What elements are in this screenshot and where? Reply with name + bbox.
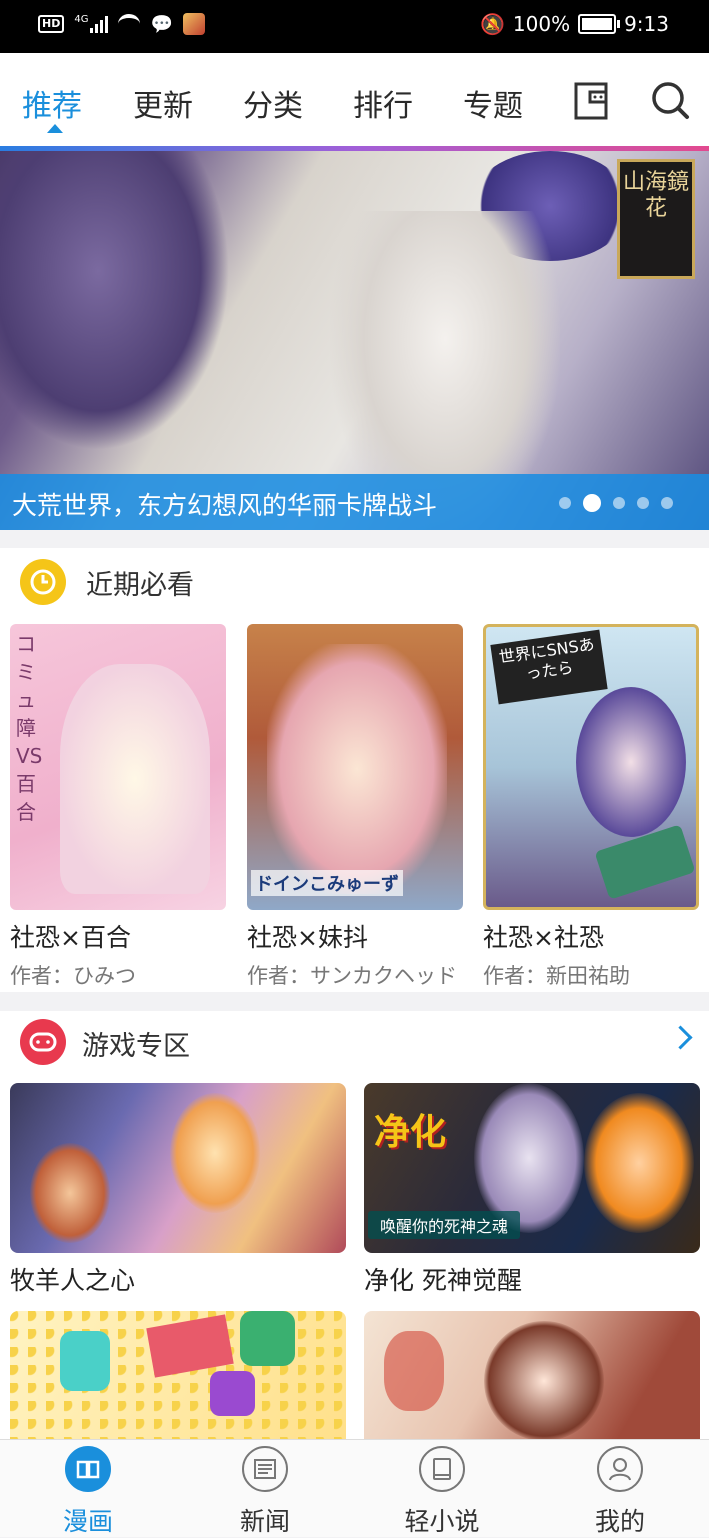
battery-percent: 100%: [512, 12, 571, 36]
carousel-dot[interactable]: [637, 497, 649, 509]
cover-text: コミュ障VS百合: [16, 632, 43, 824]
clock-icon: [20, 559, 66, 605]
cover-text: 世界にSNSあったら: [490, 629, 608, 705]
comic-card[interactable]: ドインこみゅーず 社恐×妹抖 作者：サンカクヘッド: [247, 624, 463, 990]
comic-card[interactable]: 世界にSNSあったら 社恐×社恐 作者：新田祐助: [483, 624, 699, 990]
cover-text: ドインこみゅーず: [251, 870, 403, 896]
tab-updates[interactable]: 更新: [133, 81, 193, 125]
banner-demon-art: [0, 151, 230, 451]
profile-icon: [597, 1446, 643, 1492]
comic-title[interactable]: 社恐×百合: [10, 918, 226, 954]
game-card[interactable]: 净化 唤醒你的死神之魂 净化 死神觉醒: [364, 1083, 700, 1297]
gamepad-icon: [20, 1019, 66, 1065]
novel-icon: [419, 1446, 465, 1492]
comic-author: 作者：サンカクヘッド: [247, 964, 457, 988]
game-overlay-subtitle: 唤醒你的死神之魂: [368, 1211, 521, 1239]
comic-author: 作者：ひみつ: [10, 964, 136, 988]
hd-badge: HD: [38, 15, 65, 33]
section-title: 游戏专区: [82, 1031, 190, 1062]
section-header[interactable]: 游戏专区: [0, 1011, 709, 1079]
nav-label: 漫画: [62, 1507, 113, 1536]
carousel-dot[interactable]: [559, 497, 571, 509]
comic-title[interactable]: 社恐×社恐: [483, 918, 699, 954]
nav-novels[interactable]: 轻小说: [382, 1446, 502, 1538]
nav-label: 我的: [594, 1507, 645, 1536]
wifi-icon: [118, 14, 141, 34]
game-card[interactable]: 牧羊人之心: [10, 1083, 346, 1297]
carousel-dot[interactable]: [613, 497, 625, 509]
battery-icon: [578, 14, 621, 34]
game-card[interactable]: [10, 1311, 346, 1439]
game-card[interactable]: [364, 1311, 700, 1439]
wechat-icon: 💬: [150, 13, 173, 35]
tab-categories[interactable]: 分类: [243, 81, 303, 125]
tab-recommend[interactable]: 推荐: [22, 81, 82, 125]
section-recommend: 近期必看 コミュ障VS百合 社恐×百合 作者：ひみつ ドインこみゅーず 社恐×妹…: [0, 548, 709, 992]
banner-caption: 大荒世界，东方幻想风的华丽卡牌战斗: [12, 491, 438, 520]
section-title: 近期必看: [86, 570, 194, 601]
bottom-nav: 漫画 新闻 轻小说 我的: [0, 1439, 709, 1537]
search-icon[interactable]: [650, 80, 690, 120]
game-title[interactable]: 牧羊人之心: [10, 1261, 346, 1297]
banner-caption-bar[interactable]: 大荒世界，东方幻想风的华丽卡牌战斗: [0, 474, 709, 530]
carousel-dot[interactable]: [661, 497, 673, 509]
section-header: 近期必看: [0, 548, 709, 616]
comic-cover[interactable]: 世界にSNSあったら: [483, 624, 699, 910]
clock: 9:13: [624, 12, 669, 36]
app-notification-icon: [182, 13, 205, 35]
chevron-right-icon[interactable]: [668, 1025, 693, 1050]
game-cover[interactable]: [10, 1311, 346, 1439]
tab-topics[interactable]: 专题: [463, 81, 523, 125]
comic-card[interactable]: コミュ障VS百合 社恐×百合 作者：ひみつ: [10, 624, 226, 990]
nav-profile[interactable]: 我的: [560, 1446, 680, 1538]
comic-cover[interactable]: ドインこみゅーず: [247, 624, 463, 910]
nav-comics[interactable]: 漫画: [28, 1446, 148, 1538]
game-overlay-title: 净化: [374, 1112, 447, 1153]
mute-icon: 🔕: [479, 12, 505, 36]
tab-ranking[interactable]: 排行: [353, 81, 413, 125]
nav-label: 轻小说: [404, 1507, 480, 1536]
network-type: 4G: [74, 13, 89, 25]
comic-author: 作者：新田祐助: [483, 964, 630, 988]
game-cover[interactable]: [10, 1083, 346, 1253]
section-games: 游戏专区 牧羊人之心 净化 唤醒你的死神之魂 净化 死神觉醒: [0, 1011, 709, 1439]
nav-label: 新闻: [239, 1507, 290, 1536]
active-tab-indicator: [47, 124, 63, 133]
comic-book-icon: [65, 1446, 111, 1492]
carousel-dots: [559, 494, 673, 512]
carousel-dot-active[interactable]: [583, 494, 601, 512]
signal-icon: [90, 15, 109, 33]
game-cover[interactable]: 净化 唤醒你的死神之魂: [364, 1083, 700, 1253]
status-bar: HD 4G 💬 🔕 100% 9:13: [0, 0, 709, 53]
nav-news[interactable]: 新闻: [205, 1446, 325, 1538]
comic-title[interactable]: 社恐×妹抖: [247, 918, 463, 954]
message-icon[interactable]: [572, 80, 612, 120]
banner-seal: 山海鏡花: [617, 159, 695, 279]
news-icon: [242, 1446, 288, 1492]
game-cover[interactable]: [364, 1311, 700, 1439]
comic-cover[interactable]: コミュ障VS百合: [10, 624, 226, 910]
game-title[interactable]: 净化 死神觉醒: [364, 1261, 700, 1297]
